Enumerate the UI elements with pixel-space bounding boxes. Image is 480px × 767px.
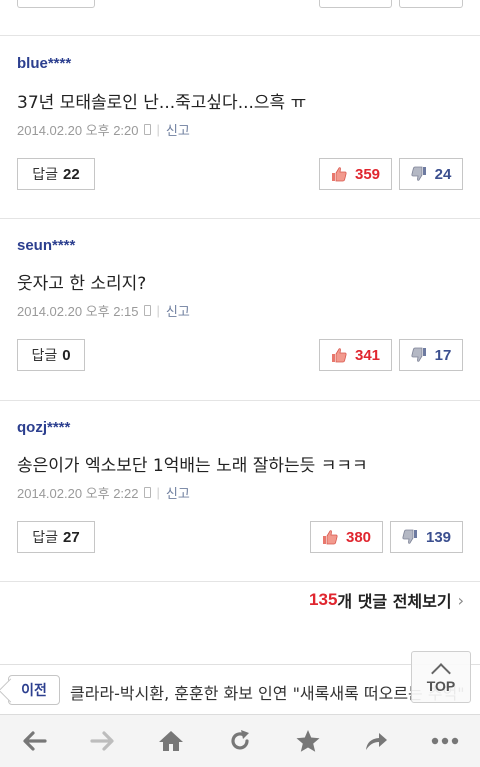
- reply-button[interactable]: 답글 0: [17, 339, 85, 371]
- comment-date: 2014.02.20 오후 2:20: [17, 123, 139, 138]
- dislike-button[interactable]: 17: [399, 339, 463, 371]
- mobile-icon: [143, 124, 151, 135]
- comment-username[interactable]: qozj****: [17, 419, 70, 436]
- home-icon[interactable]: [157, 728, 185, 754]
- report-link[interactable]: 신고: [166, 120, 190, 139]
- thumbs-up-icon: [331, 348, 347, 363]
- thumbs-up-icon: [331, 167, 347, 182]
- previous-article-bar[interactable]: 이전 클라라-박시환, 훈훈한 화보 인연 "새록새록 떠오르는 추억": [0, 664, 480, 714]
- view-all-comments-link[interactable]: 135 개 댓글 전체보기 ›: [309, 588, 464, 612]
- comment-username[interactable]: seun****: [17, 237, 75, 254]
- thumbs-up-icon: [322, 530, 338, 545]
- like-count: 359: [354, 165, 381, 183]
- comment-meta: 2014.02.20 오후 2:22 | 신고: [17, 483, 190, 502]
- comment-item: qozj**** 송은이가 엑소보단 1억배는 노래 잘하는듯 ㅋㅋㅋ 2014…: [0, 401, 480, 582]
- dislike-button[interactable]: 139: [390, 521, 463, 553]
- total-comment-count: 135: [309, 590, 338, 609]
- previous-article-title[interactable]: 클라라-박시환, 훈훈한 화보 인연 "새록새록 떠오르는 추억": [70, 680, 470, 704]
- previous-button[interactable]: 이전: [8, 675, 60, 705]
- like-button[interactable]: 380: [310, 521, 383, 553]
- comment-text: 37년 모태솔로인 난...죽고싶다...으흑 ㅠ: [17, 93, 307, 113]
- reply-label: 답글: [32, 530, 59, 546]
- like-count: 341: [354, 346, 381, 364]
- reply-count: 0: [62, 346, 71, 364]
- refresh-icon[interactable]: [226, 728, 254, 754]
- previous-like-button[interactable]: [319, 0, 392, 8]
- divider: |: [156, 485, 160, 500]
- report-link[interactable]: 신고: [166, 301, 190, 320]
- mobile-icon: [143, 305, 151, 316]
- reply-label: 답글: [31, 348, 58, 364]
- divider: |: [156, 122, 160, 137]
- comment-text: 송은이가 엑소보단 1억배는 노래 잘하는듯 ㅋㅋㅋ: [17, 456, 368, 476]
- like-button[interactable]: 359: [319, 158, 392, 190]
- reply-button[interactable]: 답글 22: [17, 158, 95, 190]
- comment-item: blue**** 37년 모태솔로인 난...죽고싶다...으흑 ㅠ 2014.…: [0, 37, 480, 219]
- view-all-label: 개 댓글 전체보기: [337, 592, 452, 611]
- share-icon[interactable]: [362, 728, 390, 754]
- thumbs-down-icon: [402, 529, 417, 544]
- back-icon[interactable]: [20, 728, 48, 754]
- mobile-icon: [143, 487, 151, 498]
- forward-icon[interactable]: [89, 728, 117, 754]
- thumbs-down-icon: [411, 166, 426, 181]
- comment-item: seun**** 웃자고 한 소리지? 2014.02.20 오후 2:15 |…: [0, 219, 480, 401]
- dislike-count: 139: [425, 528, 452, 546]
- previous-button-label: 이전: [21, 683, 47, 699]
- like-button[interactable]: 341: [319, 339, 392, 371]
- comment-date: 2014.02.20 오후 2:22: [17, 486, 139, 501]
- more-icon[interactable]: [431, 728, 459, 754]
- dislike-count: 24: [434, 165, 452, 183]
- comment-text: 웃자고 한 소리지?: [17, 274, 147, 294]
- thumbs-down-icon: [411, 347, 426, 362]
- comment-date: 2014.02.20 오후 2:15: [17, 304, 139, 319]
- dislike-button[interactable]: 24: [399, 158, 463, 190]
- previous-dislike-button[interactable]: [399, 0, 463, 8]
- divider: |: [156, 303, 160, 318]
- previous-reply-button[interactable]: [17, 0, 95, 8]
- comment-meta: 2014.02.20 오후 2:15 | 신고: [17, 301, 190, 320]
- scroll-top-button[interactable]: TOP: [411, 651, 471, 703]
- chevron-right-icon: ›: [457, 590, 464, 610]
- comment-meta: 2014.02.20 오후 2:20 | 신고: [17, 120, 190, 139]
- reply-button[interactable]: 답글 27: [17, 521, 95, 553]
- dislike-count: 17: [434, 346, 452, 364]
- browser-navbar: [0, 714, 480, 767]
- bookmark-icon[interactable]: [294, 728, 322, 754]
- report-link[interactable]: 신고: [166, 483, 190, 502]
- reply-label: 답글: [32, 167, 59, 183]
- previous-comment-stub: [0, 0, 480, 36]
- like-count: 380: [345, 528, 372, 546]
- comment-username[interactable]: blue****: [17, 55, 71, 72]
- reply-count: 27: [63, 528, 80, 546]
- reply-count: 22: [63, 165, 80, 183]
